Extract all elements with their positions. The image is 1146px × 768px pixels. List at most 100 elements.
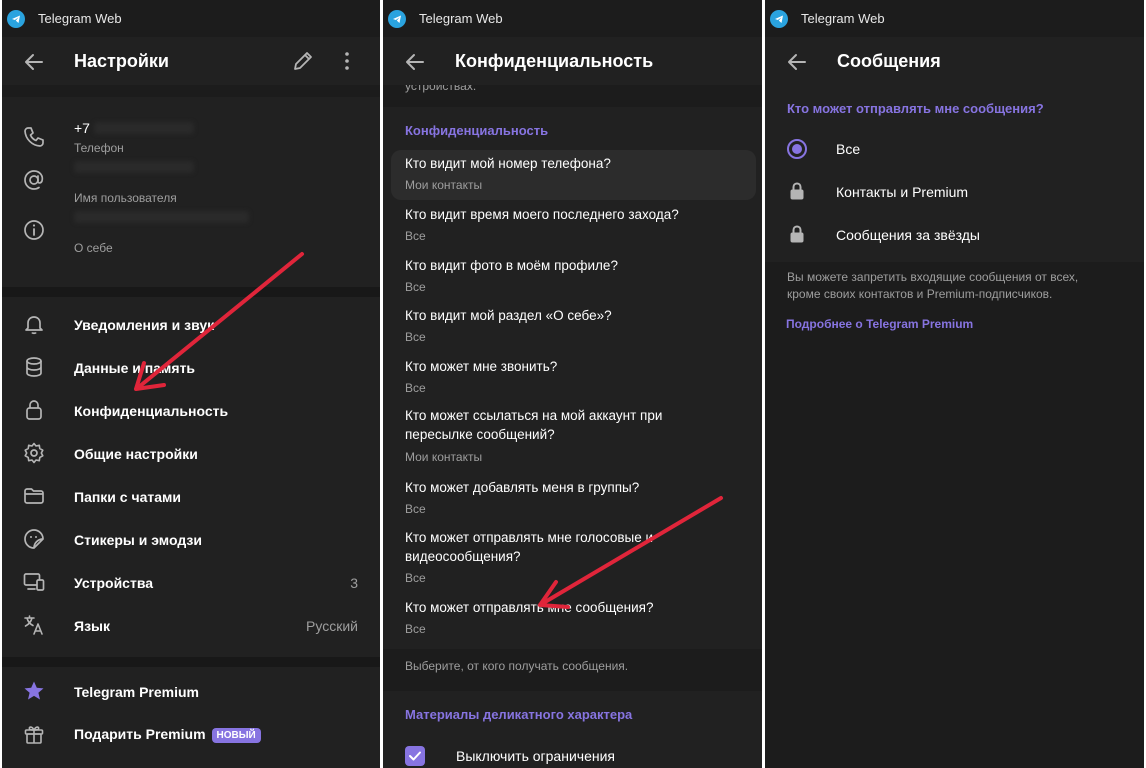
item-value: Мои контакты <box>405 178 483 192</box>
profile-info-section: +7 Телефон Имя пользователя О себе <box>2 97 380 287</box>
privacy-item-forwards[interactable]: Кто может ссылаться на мой аккаунт при п… <box>391 404 756 474</box>
privacy-header: Конфиденциальность <box>383 37 762 85</box>
privacy-item-bio[interactable]: Кто видит мой раздел «О себе»? Все <box>391 302 756 352</box>
menu-item-language[interactable]: Язык Русский <box>2 604 380 647</box>
menu-label: Общие настройки <box>74 445 198 462</box>
bio-row[interactable]: О себе <box>2 211 380 257</box>
messages-panel: Telegram Web Сообщения Кто может отправл… <box>765 0 1144 768</box>
menu-label: Папки с чатами <box>74 488 182 505</box>
item-title-line2: пересылке сообщений? <box>405 427 555 442</box>
section-title: Кто может отправлять мне сообщения? <box>787 101 1044 116</box>
menu-label: Уведомления и звук <box>74 316 215 333</box>
checkbox[interactable] <box>405 746 425 766</box>
menu-item-devices[interactable]: Устройства 3 <box>2 561 380 604</box>
bell-icon <box>25 316 43 335</box>
menu-item-data[interactable]: Данные и память <box>2 346 380 389</box>
window-title: Telegram Web <box>38 11 122 26</box>
lock-icon <box>790 182 804 200</box>
page-title: Настройки <box>74 50 169 71</box>
phone-value: +7 <box>74 120 90 136</box>
menu-item-privacy[interactable]: Конфиденциальность <box>2 389 380 432</box>
hint-text: Выберите, от кого получать сообщения. <box>405 659 629 673</box>
messages-header: Сообщения <box>765 37 1144 85</box>
privacy-item-last-seen[interactable]: Кто видит время моего последнего захода?… <box>391 201 756 251</box>
note-line: Вы можете запретить входящие сообщения о… <box>787 270 1079 284</box>
menu-item-general[interactable]: Общие настройки <box>2 432 380 475</box>
item-value: Все <box>405 330 426 344</box>
telegram-logo-icon <box>7 9 25 28</box>
item-title: Кто может мне звонить? <box>405 359 558 374</box>
menu-label: Telegram Premium <box>74 683 200 700</box>
menu-item-folders[interactable]: Папки с чатами <box>2 475 380 518</box>
privacy-item-photo[interactable]: Кто видит фото в моём профиле? Все <box>391 252 756 302</box>
star-icon <box>24 681 44 700</box>
premium-info-link[interactable]: Подробнее о Telegram Premium <box>786 317 973 331</box>
section-title: Конфиденциальность <box>405 123 549 138</box>
pencil-icon[interactable] <box>291 49 315 73</box>
menu-item-stickers[interactable]: Стикеры и эмодзи <box>2 518 380 561</box>
premium-section: Telegram Premium Подарить Premium НОВЫЙ <box>2 667 380 768</box>
privacy-item-phone[interactable]: Кто видит мой номер телефона? Мои контак… <box>391 150 756 200</box>
checkmark-icon <box>409 751 421 761</box>
username-row[interactable]: Имя пользователя <box>2 161 380 207</box>
item-value: Все <box>405 571 426 585</box>
at-sign-icon <box>24 170 44 190</box>
option-everyone[interactable]: Все <box>765 135 1144 175</box>
window-title: Telegram Web <box>419 11 503 26</box>
gear-icon <box>24 442 44 464</box>
privacy-panel: Telegram Web Конфиденциальность устройст… <box>383 0 762 768</box>
menu-item-gift-premium[interactable]: Подарить Premium НОВЫЙ <box>2 713 380 756</box>
messages-options: Кто может отправлять мне сообщения? Все … <box>765 85 1144 262</box>
privacy-item-voice[interactable]: Кто может отправлять мне голосовые и вид… <box>391 524 756 594</box>
menu-item-notifications[interactable]: Уведомления и звук <box>2 303 380 346</box>
more-vertical-icon[interactable] <box>335 49 359 73</box>
devices-count: 3 <box>350 574 358 591</box>
privacy-item-calls[interactable]: Кто может мне звонить? Все <box>391 353 756 403</box>
folder-icon <box>24 488 44 504</box>
item-value: Все <box>405 381 426 395</box>
item-title: Кто видит фото в моём профиле? <box>405 258 618 273</box>
item-title: Кто видит время моего последнего захода? <box>405 207 679 222</box>
item-title-line2: видеосообщения? <box>405 549 521 564</box>
option-contacts-premium[interactable]: Контакты и Premium <box>765 178 1144 218</box>
option-label: Сообщения за звёзды <box>836 227 980 243</box>
menu-label: Конфиденциальность <box>74 402 229 419</box>
menu-label: Данные и память <box>74 359 196 376</box>
item-value: Все <box>405 622 426 636</box>
menu-item-premium[interactable]: Telegram Premium <box>2 670 380 713</box>
item-title: Кто видит мой раздел «О себе»? <box>405 308 612 323</box>
window-title: Telegram Web <box>801 11 885 26</box>
settings-panel: Telegram Web Настройки +7 Телефон Имя по… <box>2 0 380 768</box>
option-label: Все <box>836 141 861 157</box>
info-icon <box>24 220 44 240</box>
clipped-note: устройствах. <box>383 85 762 107</box>
item-value: Все <box>405 502 426 516</box>
new-badge: НОВЫЙ <box>211 728 261 743</box>
divider <box>2 287 380 297</box>
option-paid-stars[interactable]: Сообщения за звёзды <box>765 221 1144 261</box>
privacy-item-messages[interactable]: Кто может отправлять мне сообщения? Все <box>391 594 756 644</box>
back-arrow-icon[interactable] <box>785 50 809 74</box>
option-label: Контакты и Premium <box>836 184 969 200</box>
checkbox-label[interactable]: Выключить ограничения <box>456 748 615 764</box>
section-title: Материалы деликатного характера <box>405 707 633 722</box>
lock-icon <box>790 225 804 243</box>
divider <box>2 657 380 667</box>
devices-icon <box>23 573 45 591</box>
back-arrow-icon[interactable] <box>22 50 46 74</box>
clipped-text: устройствах. <box>405 85 477 93</box>
item-value: Мои контакты <box>405 450 483 464</box>
back-arrow-icon[interactable] <box>403 50 427 74</box>
privacy-item-groups[interactable]: Кто может добавлять меня в группы? Все <box>391 474 756 524</box>
messages-note-section: Вы можете запретить входящие сообщения о… <box>765 262 1144 768</box>
menu-label: Стикеры и эмодзи <box>74 531 202 548</box>
phone-row[interactable]: +7 Телефон <box>2 117 380 157</box>
sticker-icon <box>24 529 44 549</box>
item-title: Кто может отправлять мне сообщения? <box>405 600 654 615</box>
window-titlebar: Telegram Web <box>2 0 380 37</box>
window-titlebar: Telegram Web <box>383 0 762 37</box>
language-value: Русский <box>306 617 358 634</box>
phone-label: Телефон <box>74 141 124 155</box>
radio-selected[interactable] <box>787 139 807 159</box>
lock-icon <box>26 400 42 420</box>
